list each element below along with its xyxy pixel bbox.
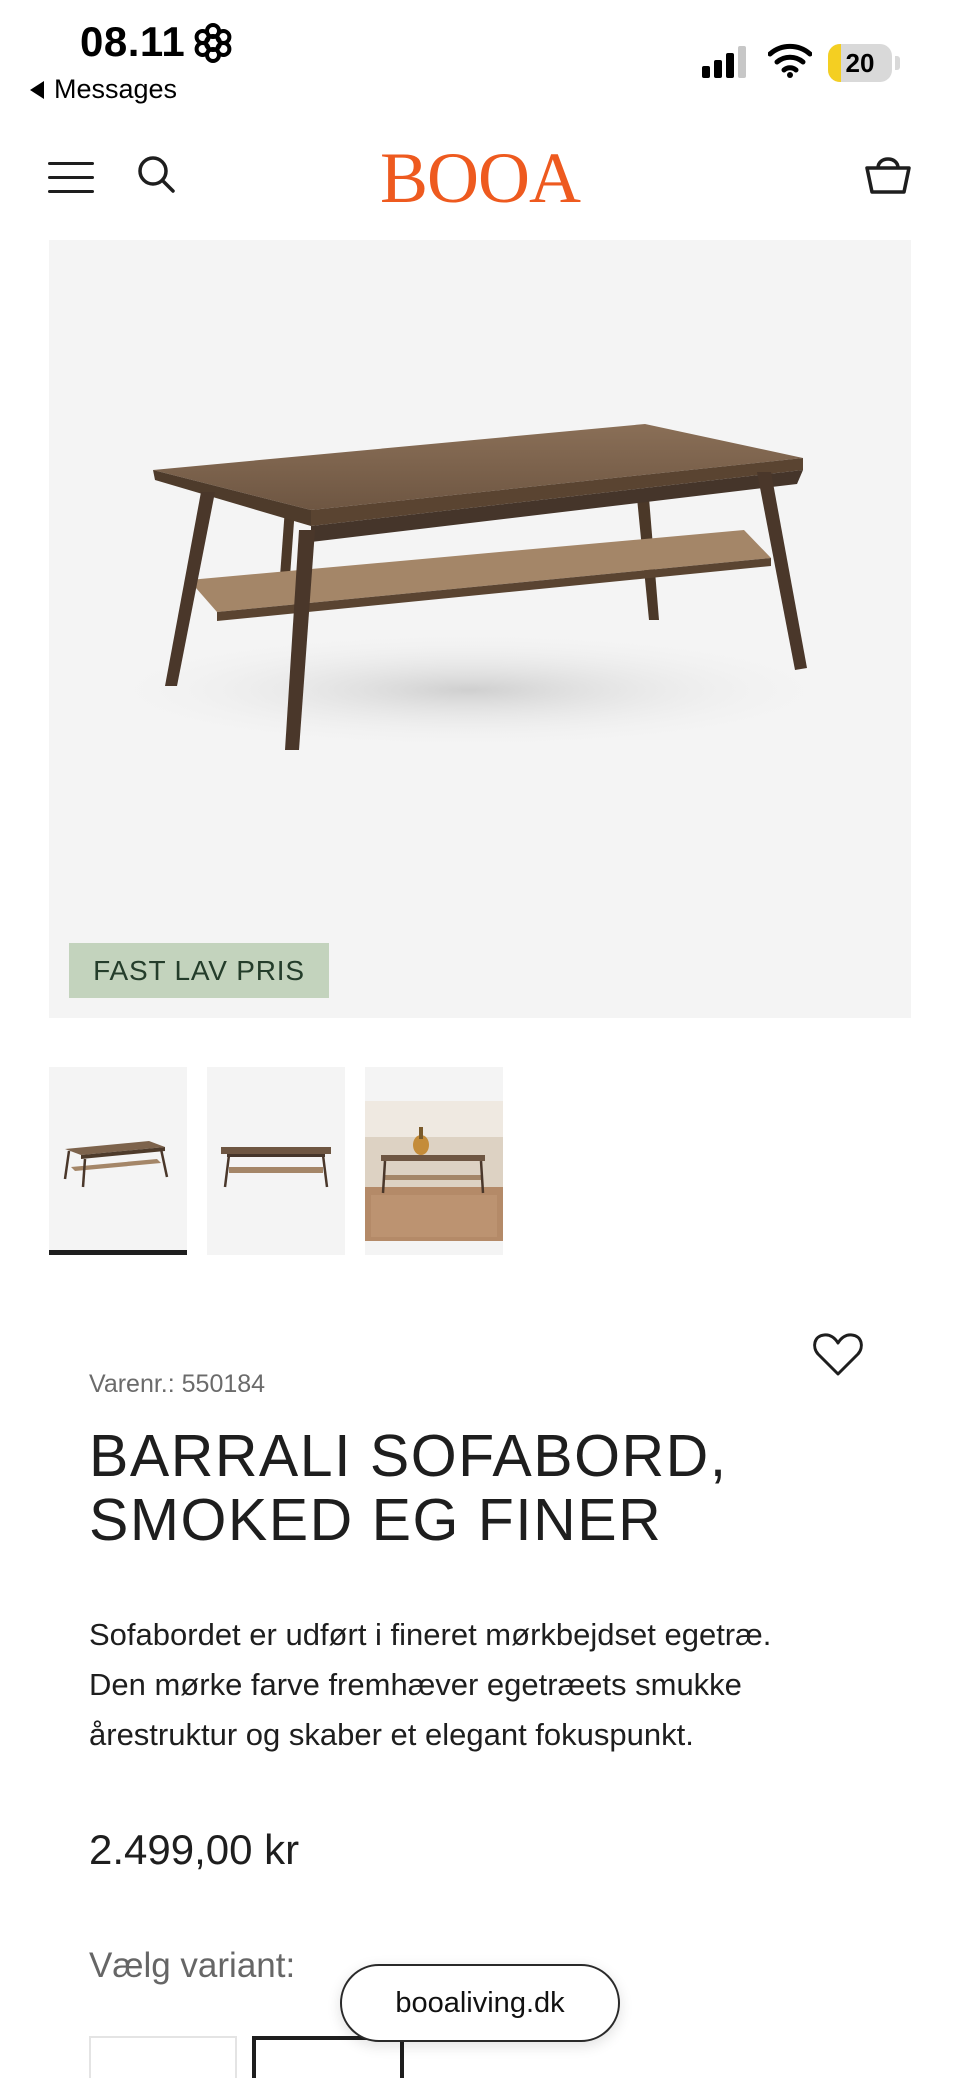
fast-low-price-badge: FAST LAV PRIS: [69, 943, 329, 998]
search-icon[interactable]: [136, 154, 176, 194]
focus-mode-icon: [194, 23, 232, 63]
cellular-signal-icon: [702, 46, 746, 78]
url-bar[interactable]: booaliving.dk: [340, 1964, 620, 2042]
menu-icon[interactable]: [48, 160, 94, 194]
battery-icon: 20: [828, 44, 900, 82]
wifi-icon: [768, 43, 812, 78]
site-header: BOOA: [0, 130, 960, 230]
product-title: BARRALI SOFABORD, SMOKED EG FINER: [89, 1424, 869, 1552]
product-sku: Varenr.: 550184: [89, 1370, 266, 1398]
back-label: Messages: [54, 74, 178, 104]
thumbnail-room[interactable]: [365, 1067, 503, 1255]
product-price: 2.499,00 kr: [89, 1826, 300, 1873]
status-bar: 08.11 Messages 20: [0, 0, 960, 120]
thumbnail-front[interactable]: [207, 1067, 345, 1255]
product-title-line-1: BARRALI SOFABORD,: [89, 1423, 728, 1489]
variant-option-selected[interactable]: [252, 2036, 404, 2078]
product-title-line-2: SMOKED EG FINER: [89, 1487, 663, 1553]
variant-label: Vælg variant:: [89, 1946, 296, 1985]
back-arrow-icon: [30, 80, 44, 99]
brand-logo[interactable]: BOOA: [360, 138, 600, 218]
status-time: 08.11: [80, 18, 186, 65]
description-line: Sofabordet er udført i fineret mørkbejds…: [89, 1617, 772, 1652]
product-description: Sofabordet er udført i fineret mørkbejds…: [89, 1610, 889, 1760]
coffee-table-image: [89, 424, 849, 750]
product-image[interactable]: FAST LAV PRIS: [49, 240, 911, 1018]
battery-level: 20: [845, 48, 875, 78]
variant-option[interactable]: [89, 2036, 237, 2078]
heart-icon[interactable]: [812, 1332, 864, 1378]
thumbnail-angled[interactable]: [49, 1067, 187, 1255]
back-to-messages-button[interactable]: Messages: [30, 74, 177, 105]
cart-icon[interactable]: [864, 150, 912, 198]
description-line: årestruktur og skaber et elegant fokuspu…: [89, 1717, 694, 1752]
description-line: Den mørke farve fremhæver egetræets smuk…: [89, 1667, 742, 1702]
